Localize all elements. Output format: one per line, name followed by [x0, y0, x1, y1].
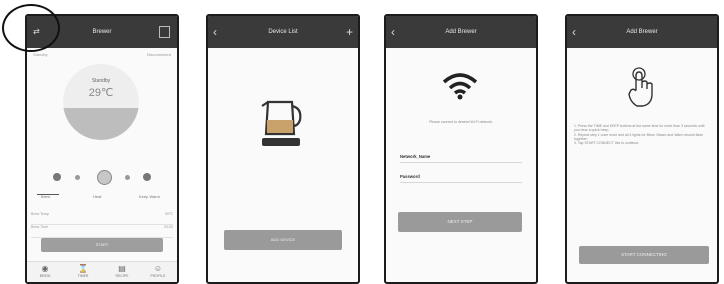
start-button[interactable]: START — [41, 238, 163, 252]
setting-row[interactable]: Brew Time 03:00 — [31, 225, 173, 238]
nav-label: PROFILE — [150, 274, 166, 278]
highlight-circle — [2, 4, 60, 52]
tab-bar: Brew Heat Keep Warm — [27, 194, 177, 206]
brewer-home-screen: ⇄ Brewer Standby Disconnected Standby 29… — [25, 14, 179, 284]
setting-row[interactable]: Brew Temp 90℃ — [31, 212, 173, 225]
mode-icon[interactable] — [75, 175, 80, 180]
add-icon[interactable]: + — [346, 16, 353, 48]
mode-icon[interactable] — [53, 173, 61, 181]
add-device-button[interactable]: ADD DEVICE — [224, 230, 342, 250]
nav-label: RECIPE — [115, 274, 129, 278]
row-label: Brew Temp — [31, 212, 49, 216]
next-step-button[interactable]: NEXT STEP — [398, 212, 522, 232]
tab-keep-warm[interactable]: Keep Warm — [139, 194, 160, 199]
pairing-instructions: 1. Press the TIME and KEEP buttons at th… — [574, 124, 705, 146]
screen-title: Add Brewer — [445, 29, 477, 35]
start-connecting-button[interactable]: START CONNECTING — [579, 246, 709, 264]
brew-icon: ◉ — [41, 264, 49, 273]
tap-hand-icon — [628, 67, 653, 107]
header-bar: ‹ Add Brewer — [567, 16, 717, 48]
temperature-gauge: Standby 29℃ — [63, 64, 139, 140]
tab-heat[interactable]: Heat — [93, 194, 101, 199]
nav-item-brew[interactable]: ◉ BREW — [30, 264, 60, 278]
screen-title: Brewer — [92, 29, 112, 35]
nav-label: BREW — [39, 274, 51, 278]
device-list-screen: ‹ Device List + ADD DEVICE — [206, 14, 360, 284]
field-divider — [400, 162, 522, 163]
row-value: 03:00 — [164, 225, 173, 229]
back-icon[interactable]: ‹ — [572, 16, 576, 48]
mode-icon-selected[interactable] — [97, 170, 112, 185]
header-bar: ‹ Device List + — [208, 16, 358, 48]
profile-icon: ☺ — [153, 264, 163, 273]
wifi-icon — [442, 73, 478, 100]
add-brewer-wifi-screen: ‹ Add Brewer Please connect to desired W… — [384, 14, 538, 284]
nav-label: TIMER — [77, 274, 89, 278]
tab-indicator — [37, 194, 59, 195]
nav-item-recipe[interactable]: ▤ RECIPE — [107, 264, 137, 278]
row-value: 90℃ — [164, 212, 173, 216]
back-icon[interactable]: ‹ — [213, 16, 217, 48]
mode-icon[interactable] — [143, 173, 151, 181]
row-label: Brew Time — [31, 225, 48, 229]
back-icon[interactable]: ‹ — [391, 16, 395, 48]
bottom-nav: ◉ BREW ⌛ TIMER ▤ RECIPE ☺ PROFILE — [27, 261, 177, 282]
gauge-temperature: 29℃ — [88, 87, 114, 99]
timer-icon: ⌛ — [78, 264, 88, 273]
kettle-icon — [261, 100, 302, 146]
screen-title: Add Brewer — [626, 29, 658, 35]
mode-selector — [37, 170, 167, 185]
device-icon[interactable] — [159, 26, 170, 38]
status-left: Standby — [33, 52, 48, 57]
settings-list: Brew Temp 90℃ Brew Time 03:00 — [31, 212, 173, 238]
wifi-instruction: Please connect to desired Wi-Fi network. — [429, 120, 493, 124]
status-line: Standby Disconnected — [33, 52, 171, 57]
screen-title: Device List — [268, 29, 298, 35]
nav-item-timer[interactable]: ⌛ TIMER — [68, 264, 98, 278]
recipe-icon: ▤ — [118, 264, 126, 273]
network-name-field[interactable]: Network_Name — [400, 154, 430, 159]
password-field[interactable]: Password — [400, 174, 420, 179]
mode-icon[interactable] — [125, 175, 130, 180]
connection-status: Disconnected — [146, 52, 171, 57]
nav-item-profile[interactable]: ☺ PROFILE — [143, 264, 173, 278]
header-bar: ‹ Add Brewer — [386, 16, 536, 48]
add-brewer-pairing-screen: ‹ Add Brewer 1. Press the TIME and KEEP … — [565, 14, 719, 284]
gauge-mode: Standby — [91, 78, 111, 84]
field-divider — [400, 182, 522, 183]
